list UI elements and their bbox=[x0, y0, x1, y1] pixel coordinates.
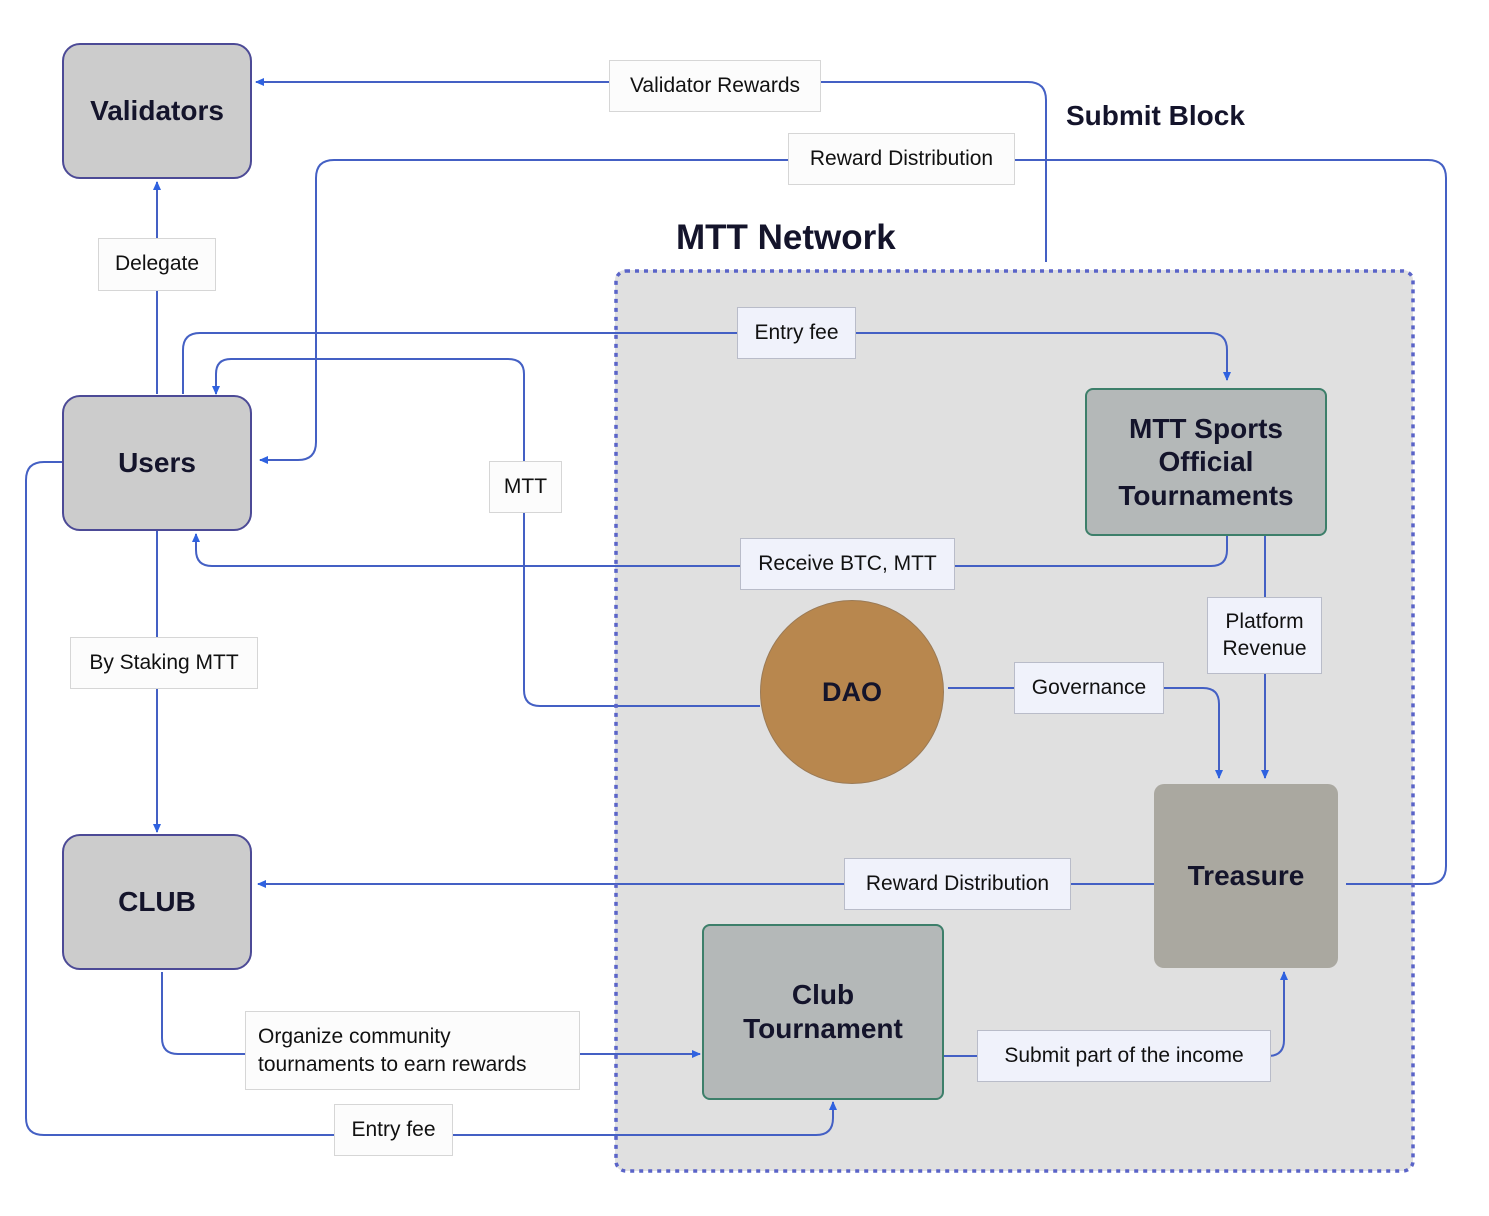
label-receive-btc-mtt: Receive BTC, MTT bbox=[740, 538, 955, 590]
club-node[interactable]: CLUB bbox=[62, 834, 252, 970]
diagram-canvas: MTT Network Submit Block Validators User… bbox=[0, 0, 1489, 1216]
dao-node[interactable]: DAO bbox=[760, 600, 944, 784]
label-governance: Governance bbox=[1014, 662, 1164, 714]
club-tournament-node[interactable]: Club Tournament bbox=[702, 924, 944, 1100]
mtt-network-title: MTT Network bbox=[676, 218, 896, 257]
label-platform-revenue: Platform Revenue bbox=[1207, 597, 1322, 674]
label-submit-income: Submit part of the income bbox=[977, 1030, 1271, 1082]
submit-block-heading: Submit Block bbox=[1066, 100, 1245, 131]
mtt-official-tournaments-node[interactable]: MTT Sports Official Tournaments bbox=[1085, 388, 1327, 536]
label-entry-fee-club: Entry fee bbox=[334, 1104, 453, 1156]
treasure-node[interactable]: Treasure bbox=[1154, 784, 1338, 968]
label-reward-distribution-top: Reward Distribution bbox=[788, 133, 1015, 185]
label-by-staking-mtt: By Staking MTT bbox=[70, 637, 258, 689]
label-validator-rewards: Validator Rewards bbox=[609, 60, 821, 112]
label-organize-community: Organize community tournaments to earn r… bbox=[245, 1011, 580, 1090]
label-delegate: Delegate bbox=[98, 238, 216, 291]
label-reward-distribution-club: Reward Distribution bbox=[844, 858, 1071, 910]
users-node[interactable]: Users bbox=[62, 395, 252, 531]
label-entry-fee-official: Entry fee bbox=[737, 307, 856, 359]
validators-node[interactable]: Validators bbox=[62, 43, 252, 179]
label-mtt: MTT bbox=[489, 461, 562, 513]
